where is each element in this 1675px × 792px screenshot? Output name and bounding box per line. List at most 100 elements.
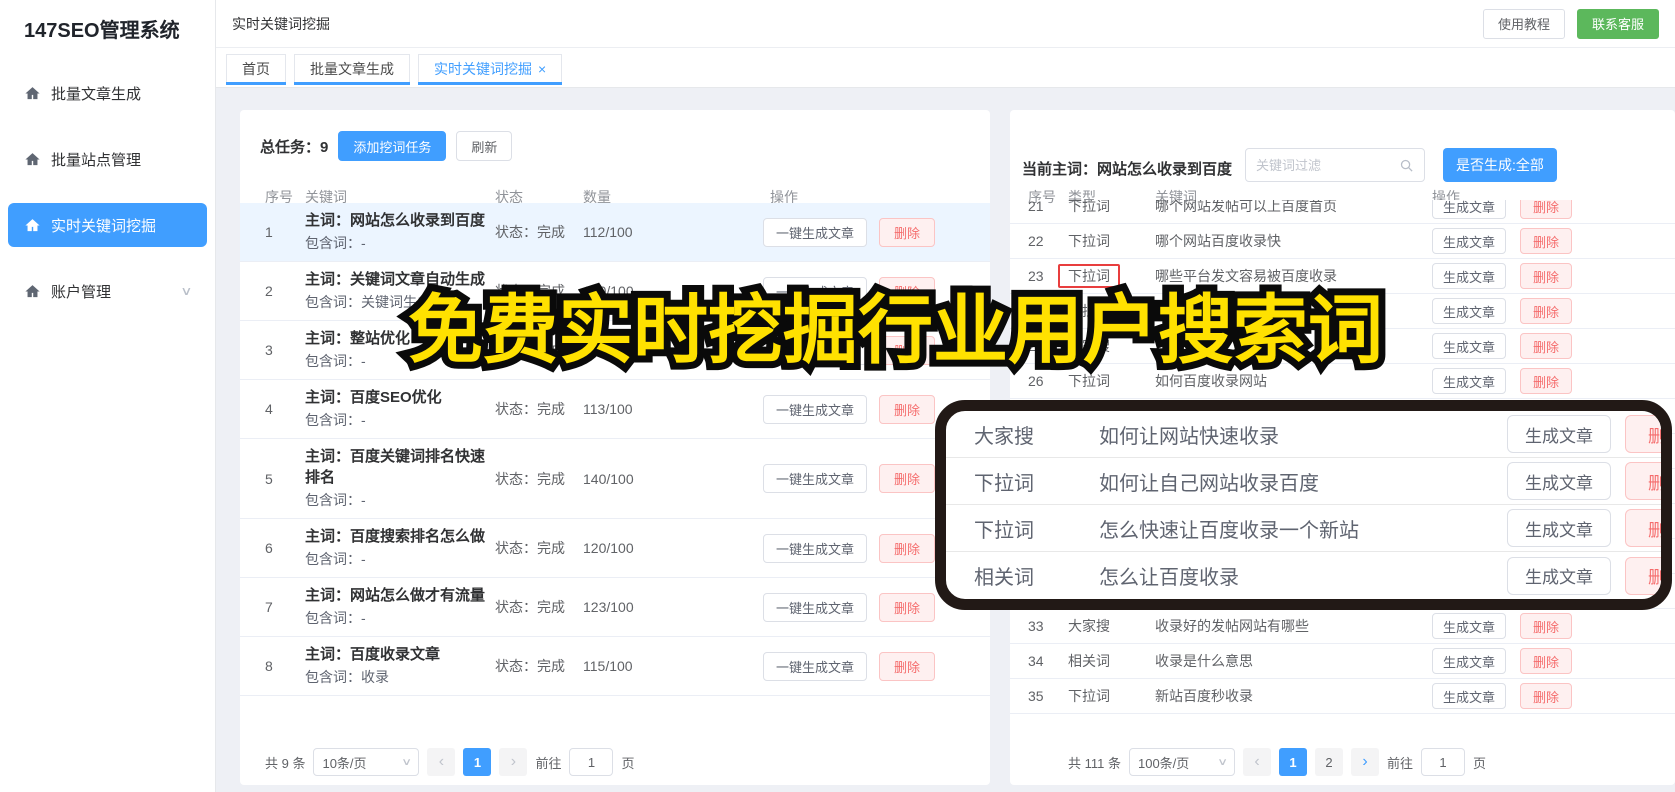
- task-row[interactable]: 7 主词：网站怎么做才有流量 包含词：- 状态：完成 123/100 一键生成文章 删除: [240, 578, 990, 637]
- goto-page-input[interactable]: [569, 748, 614, 776]
- tab-realtime-keyword[interactable]: 实时关键词挖掘 ×: [418, 54, 563, 85]
- goto-page-input[interactable]: [1421, 748, 1465, 776]
- page-size-select[interactable]: 10条/页 ∨: [313, 748, 420, 776]
- tab-home[interactable]: 首页: [226, 54, 286, 85]
- delete-button[interactable]: 删除: [1625, 415, 1661, 453]
- delete-button[interactable]: 删除: [878, 394, 935, 424]
- task-pagination: 共 9 条 10条/页 ∨ ‹1› 前往 页: [265, 748, 635, 776]
- page-size-select[interactable]: 100条/页 ∨: [1128, 748, 1235, 776]
- generate-article-button[interactable]: 生成文章: [1431, 228, 1506, 254]
- delete-button[interactable]: 删除: [1520, 648, 1573, 674]
- delete-button[interactable]: 删除: [1520, 228, 1573, 254]
- keyword-no: 33: [1028, 618, 1044, 634]
- next-page-button[interactable]: ›: [1350, 748, 1379, 776]
- task-no: 5: [265, 470, 273, 487]
- delete-button[interactable]: 删除: [1625, 556, 1661, 595]
- delete-button[interactable]: 删除: [1520, 368, 1573, 394]
- delete-button[interactable]: 删除: [878, 464, 935, 493]
- delete-button[interactable]: 删除: [1520, 683, 1573, 709]
- header-buttons: 使用教程 联系客服: [1482, 8, 1659, 39]
- delete-button[interactable]: 删除: [1520, 200, 1573, 219]
- task-row[interactable]: 8 主词：百度收录文章 包含词：收录 状态：完成 115/100 一键生成文章 删除: [240, 637, 990, 696]
- keyword-row[interactable]: 25 大家搜 生成文章 删除: [1010, 329, 1675, 364]
- generate-article-button[interactable]: 一键生成文章: [762, 335, 867, 365]
- prev-page-button[interactable]: ‹: [427, 748, 456, 776]
- delete-button[interactable]: 删除: [1520, 333, 1573, 359]
- home-icon: [25, 86, 40, 99]
- generate-article-button[interactable]: 生成文章: [1431, 648, 1506, 674]
- generate-article-button[interactable]: 一键生成文章: [762, 276, 867, 306]
- keyword-filter-input[interactable]: [1256, 157, 1399, 173]
- tab-batch-article[interactable]: 批量文章生成: [294, 54, 410, 85]
- keyword-actions: 生成文章 删除: [1431, 263, 1675, 289]
- generate-article-button[interactable]: 生成文章: [1507, 415, 1611, 453]
- delete-button[interactable]: 删除: [878, 533, 935, 563]
- delete-button[interactable]: 删除: [878, 276, 935, 306]
- generate-filter-button[interactable]: 是否生成:全部: [1443, 148, 1557, 182]
- keyword-row[interactable]: 23 下拉词 哪些平台发文容易被百度收录 生成文章 删除: [1010, 259, 1675, 294]
- page-number-button[interactable]: 1: [463, 748, 492, 776]
- close-icon[interactable]: ×: [538, 61, 546, 77]
- keyword-row[interactable]: 21 下拉词 哪个网站发帖可以上百度首页 生成文章 删除: [1010, 200, 1675, 224]
- keyword-row[interactable]: 24 下拉词 生成文章 删除: [1010, 294, 1675, 329]
- page-unit-label: 页: [1473, 755, 1487, 771]
- generate-article-button[interactable]: 生成文章: [1431, 200, 1506, 219]
- task-no: 4: [265, 401, 273, 417]
- generate-article-button[interactable]: 生成文章: [1431, 263, 1506, 289]
- generate-article-button[interactable]: 生成文章: [1507, 462, 1611, 500]
- keyword-actions: 生成文章 删除: [1431, 368, 1675, 394]
- task-row[interactable]: 1 主词：网站怎么收录到百度 包含词：- 状态：完成 112/100 一键生成文章 删除: [240, 203, 990, 262]
- delete-button[interactable]: 删除: [878, 217, 935, 247]
- delete-button[interactable]: 删除: [878, 651, 935, 681]
- task-main-word: 主词：关键词文章自动生成: [305, 271, 486, 288]
- generate-article-button[interactable]: 一键生成文章: [762, 592, 867, 622]
- generate-article-button[interactable]: 生成文章: [1431, 613, 1506, 639]
- keyword-row[interactable]: 34 相关词 收录是什么意思 生成文章 删除: [1010, 644, 1675, 679]
- generate-article-button[interactable]: 一键生成文章: [762, 464, 867, 493]
- sidebar-item-account[interactable]: 账户管理 ∨: [8, 269, 207, 313]
- task-status: 状态：完成: [495, 401, 565, 417]
- refresh-button[interactable]: 刷新: [456, 131, 513, 161]
- page-number-button[interactable]: 1: [1278, 748, 1307, 776]
- sidebar-item-label: 实时关键词挖掘: [51, 217, 157, 235]
- sidebar-item-batch-site[interactable]: 批量站点管理: [8, 137, 207, 181]
- generate-article-button[interactable]: 生成文章: [1507, 556, 1611, 595]
- task-row[interactable]: 5 主词：百度关键词排名快速排名 包含词：- 状态：完成 140/100 一键生成文章 删除: [240, 439, 990, 519]
- generate-article-button[interactable]: 一键生成文章: [762, 394, 867, 424]
- task-row[interactable]: 4 主词：百度SEO优化 包含词：- 状态：完成 113/100 一键生成文章 删除: [240, 380, 990, 439]
- generate-article-button[interactable]: 一键生成文章: [762, 533, 867, 563]
- keyword-text: 如何让自己网站收录百度: [1099, 472, 1319, 495]
- delete-button[interactable]: 删除: [1520, 298, 1573, 324]
- task-main-word: 主词：网站怎么做才有流量: [305, 587, 486, 604]
- generate-article-button[interactable]: 一键生成文章: [762, 651, 867, 681]
- contact-support-button[interactable]: 联系客服: [1576, 8, 1659, 39]
- generate-article-button[interactable]: 生成文章: [1431, 368, 1506, 394]
- delete-button[interactable]: 删除: [1625, 509, 1661, 547]
- generate-article-button[interactable]: 生成文章: [1431, 298, 1506, 324]
- generate-article-button[interactable]: 一键生成文章: [762, 217, 867, 247]
- keyword-row[interactable]: 33 大家搜 收录好的发帖网站有哪些 生成文章 删除: [1010, 609, 1675, 644]
- delete-button[interactable]: 删除: [1520, 263, 1573, 289]
- task-row[interactable]: 2 主词：关键词文章自动生成 包含词：关键词生成 状态：完成 100/100 一键生成文章…: [240, 262, 990, 321]
- keyword-row[interactable]: 22 下拉词 哪个网站百度收录快 生成文章 删除: [1010, 224, 1675, 259]
- keyword-type: 下拉词: [974, 519, 1034, 542]
- delete-button[interactable]: 删除: [1625, 462, 1661, 500]
- keyword-row[interactable]: 26 下拉词 如何百度收录网站 生成文章 删除: [1010, 364, 1675, 399]
- keyword-row[interactable]: 35 下拉词 新站百度秒收录 生成文章 删除: [1010, 679, 1675, 714]
- generate-article-button[interactable]: 生成文章: [1431, 333, 1506, 359]
- page-number-button[interactable]: 2: [1314, 748, 1343, 776]
- delete-button[interactable]: 删除: [1520, 613, 1573, 639]
- add-mining-task-button[interactable]: 添加挖词任务: [338, 131, 447, 161]
- delete-button[interactable]: 删除: [878, 592, 935, 622]
- task-row[interactable]: 6 主词：百度搜索排名怎么做 包含词：- 状态：完成 120/100 一键生成文章 删除: [240, 519, 990, 578]
- prev-page-button[interactable]: ‹: [1242, 748, 1271, 776]
- generate-article-button[interactable]: 生成文章: [1431, 683, 1506, 709]
- sidebar-item-batch-article[interactable]: 批量文章生成: [8, 71, 207, 115]
- generate-article-button[interactable]: 生成文章: [1507, 509, 1611, 547]
- next-page-button[interactable]: ›: [499, 748, 528, 776]
- task-actions: 一键生成文章 删除: [680, 335, 990, 365]
- tutorial-button[interactable]: 使用教程: [1482, 8, 1565, 39]
- task-row[interactable]: 3 主词：整站优化 包含词：- 状态：完成 一键生成文章 删除: [240, 321, 990, 380]
- sidebar-item-realtime-keyword[interactable]: 实时关键词挖掘: [8, 203, 207, 247]
- delete-button[interactable]: 删除: [878, 335, 935, 365]
